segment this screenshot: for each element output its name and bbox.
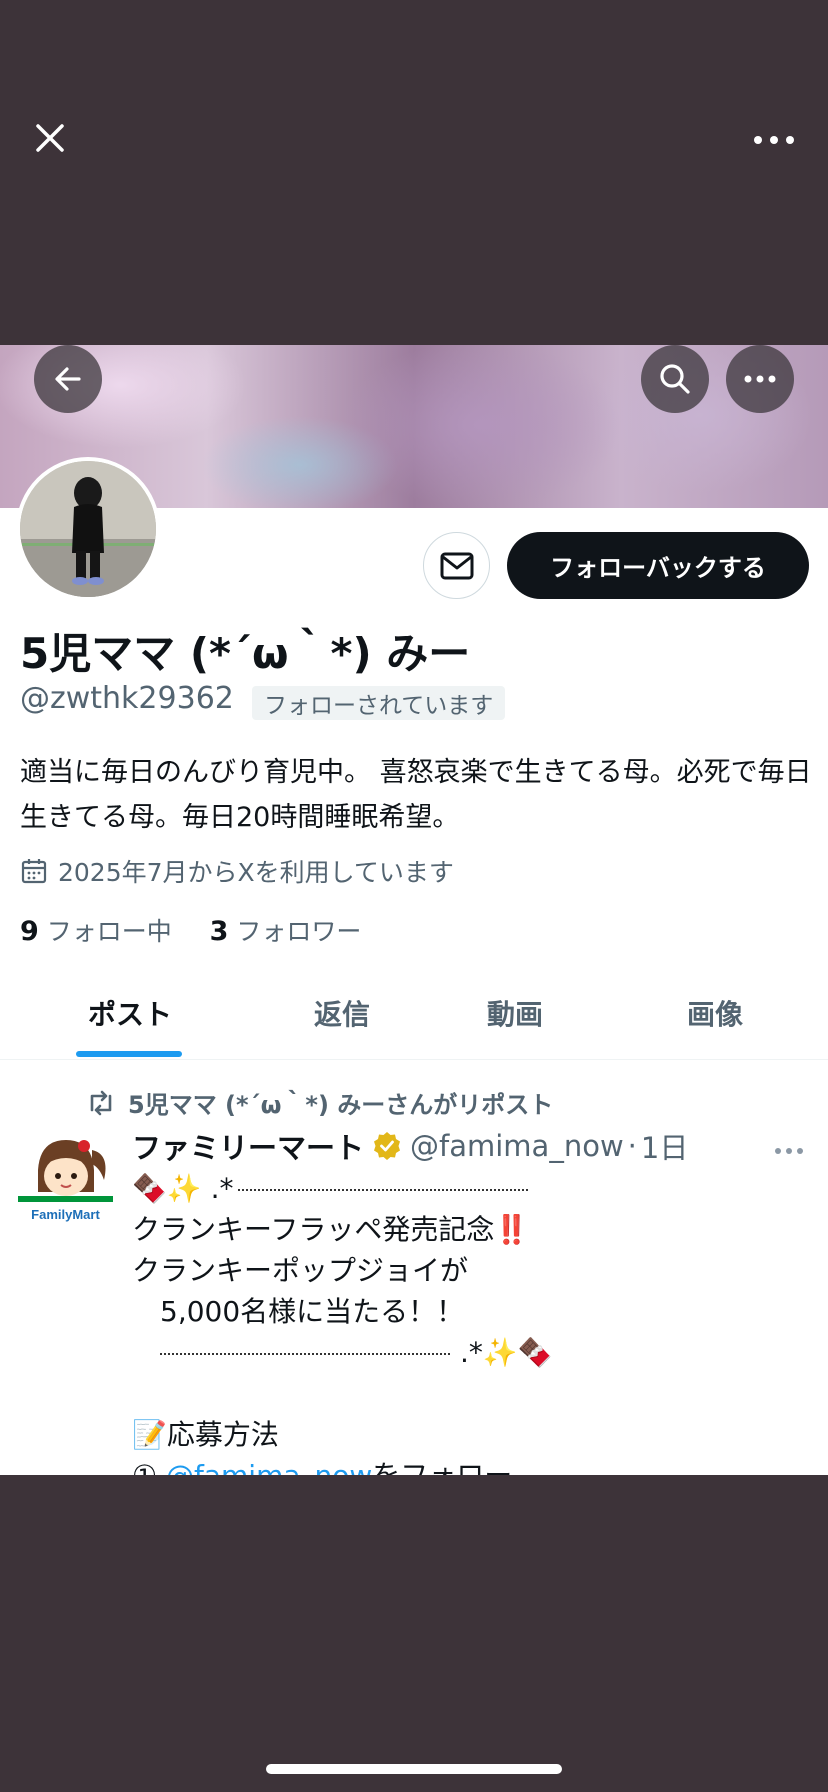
join-date-text: 2025年7月からXを利用しています	[58, 858, 454, 887]
post-line: 📝応募方法	[132, 1418, 279, 1451]
follows-you-badge: フォローされています	[252, 686, 506, 720]
mention-link[interactable]: @famima_now	[166, 1459, 372, 1475]
tab-posts[interactable]: ポスト	[30, 965, 230, 1060]
followers-count: 3	[209, 916, 229, 947]
followers-link[interactable]: 3 フォロワー	[209, 916, 362, 947]
active-tab-indicator	[76, 1051, 182, 1057]
profile-more-button[interactable]	[726, 345, 794, 413]
profile-tabs: ポスト 返信 動画 画像	[0, 965, 828, 1060]
post-line-text: ①	[132, 1459, 166, 1475]
following-link[interactable]: 9 フォロー中	[20, 916, 172, 947]
profile-bio: 適当に毎日のんびり育児中。 喜怒哀楽で生きてる母。必死で毎日生きてる母。毎日20…	[20, 757, 812, 833]
close-icon	[36, 124, 64, 152]
post-line: ① @famima_nowをフォロー	[132, 1455, 812, 1475]
dotted-divider	[160, 1353, 450, 1355]
post-more-button[interactable]	[774, 1140, 804, 1159]
post-line: クランキーフラッペ発売記念‼️	[132, 1213, 530, 1246]
verified-gold-icon	[374, 1132, 401, 1160]
followers-label: フォロワー	[236, 917, 362, 946]
more-icon	[775, 1148, 803, 1154]
profile-avatar[interactable]	[16, 457, 160, 601]
post-line: 🍫✨ .*	[132, 1168, 812, 1209]
repost-icon	[90, 1090, 112, 1115]
join-date: 2025年7月からXを利用しています	[20, 853, 454, 889]
tab-videos[interactable]: 動画	[415, 965, 615, 1060]
post-line: クランキーポップジョイが	[132, 1254, 469, 1287]
dotted-divider	[237, 1189, 528, 1191]
home-indicator[interactable]	[266, 1764, 562, 1774]
message-button[interactable]	[423, 532, 490, 599]
post-text: 🍫✨ .* クランキーフラッペ発売記念‼️ クランキーポップジョイが 5,000…	[132, 1168, 812, 1475]
post-line-text: をフォロー	[372, 1459, 512, 1475]
profile-card: フォローバックする 5児ママ (*´ω｀*) みー @zwthk29362 フォ…	[0, 345, 828, 1475]
post-author-handle[interactable]: @famima_now	[410, 1129, 624, 1163]
post-separator: ·	[627, 1129, 637, 1163]
back-button[interactable]	[34, 345, 102, 413]
more-icon	[754, 136, 794, 144]
familymart-logo-text: FamilyMart	[31, 1207, 100, 1222]
avatar-image	[20, 461, 156, 597]
more-icon	[744, 375, 776, 383]
following-label: フォロー中	[46, 917, 172, 946]
post-line: 5,000名様に当たる！！	[132, 1295, 465, 1328]
post-header: ファミリーマート @famima_now · 1日	[132, 1125, 688, 1167]
tab-images[interactable]: 画像	[615, 965, 815, 1060]
familymart-avatar-image: FamilyMart	[18, 1130, 113, 1225]
repost-context[interactable]: 5児ママ (*´ω｀*) みーさんがリポスト	[86, 1085, 553, 1120]
mail-icon	[440, 552, 473, 579]
close-button[interactable]	[30, 118, 70, 158]
overlay-more-button[interactable]	[750, 122, 798, 158]
post-author-avatar[interactable]: FamilyMart	[18, 1130, 113, 1225]
avatar	[20, 461, 156, 597]
post-author-name[interactable]: ファミリーマート	[132, 1125, 364, 1167]
post-line-empty	[132, 1373, 812, 1414]
post-line: .*✨🍫	[132, 1332, 812, 1373]
post-line-text: .*✨🍫	[460, 1336, 553, 1369]
search-icon	[660, 364, 690, 394]
post-time[interactable]: 1日	[641, 1125, 688, 1167]
following-count: 9	[20, 916, 39, 947]
post-line-text: 🍫✨ .*	[132, 1172, 234, 1205]
calendar-icon	[21, 859, 47, 884]
tab-replies[interactable]: 返信	[242, 965, 442, 1060]
search-button[interactable]	[641, 345, 709, 413]
follow-back-button[interactable]: フォローバックする	[507, 532, 809, 599]
follow-stats: 9 フォロー中 3 フォロワー	[20, 912, 361, 948]
arrow-left-icon	[55, 367, 81, 391]
profile-handle: @zwthk29362	[20, 681, 234, 716]
display-name: 5児ママ (*´ω｀*) みー	[20, 629, 471, 678]
repost-text: 5児ママ (*´ω｀*) みーさんがリポスト	[128, 1091, 554, 1119]
